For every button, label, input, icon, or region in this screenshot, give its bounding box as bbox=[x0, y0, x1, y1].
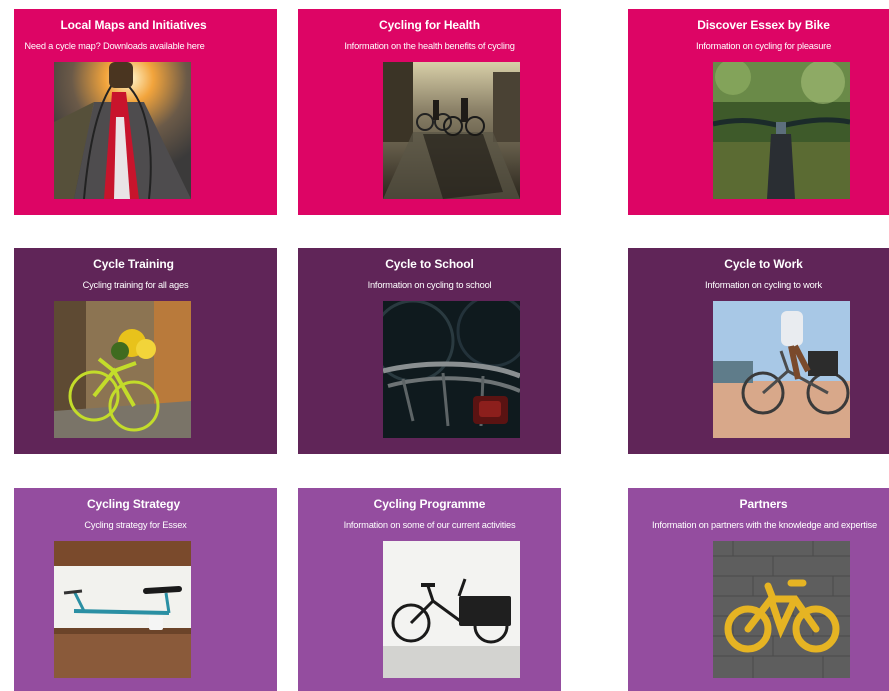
cargo-bike-image[interactable] bbox=[383, 541, 520, 678]
card-description: Need a cycle map? Downloads available he… bbox=[24, 41, 205, 51]
card-title: Local Maps and Initiatives bbox=[60, 18, 207, 32]
card-description: Information on partners with the knowled… bbox=[652, 520, 877, 530]
card-description: Information on the health benefits of cy… bbox=[344, 41, 515, 51]
card-description: Information on cycling for pleasure bbox=[695, 41, 832, 51]
card-description: Cycling strategy for Essex bbox=[84, 520, 187, 530]
card-title: Cycle to School bbox=[385, 257, 474, 271]
card-discover-essex[interactable]: Discover Essex by Bike Information on cy… bbox=[628, 9, 889, 215]
card-partners[interactable]: Partners Information on partners with th… bbox=[628, 488, 889, 691]
card-title: Cycling Programme bbox=[373, 497, 486, 511]
yellow-bike-flowers-image[interactable] bbox=[54, 301, 191, 438]
card-description: Information on some of our current activ… bbox=[343, 520, 516, 530]
card-title: Cycle to Work bbox=[724, 257, 803, 271]
card-description: Cycling training for all ages bbox=[82, 280, 189, 290]
card-cycle-work[interactable]: Cycle to Work Information on cycling to … bbox=[628, 248, 889, 454]
card-description: Information on cycling to school bbox=[367, 280, 492, 290]
blue-bike-wall-image[interactable] bbox=[54, 541, 191, 678]
card-cycling-strategy[interactable]: Cycling Strategy Cycling strategy for Es… bbox=[14, 488, 277, 691]
bike-rear-rack-image[interactable] bbox=[383, 301, 520, 438]
card-title: Partners bbox=[739, 497, 788, 511]
card-title: Cycling Strategy bbox=[86, 497, 181, 511]
card-cycle-training[interactable]: Cycle Training Cycling training for all … bbox=[14, 248, 277, 454]
card-title: Cycling for Health bbox=[379, 18, 480, 32]
card-cycling-health[interactable]: Cycling for Health Information on the he… bbox=[298, 9, 561, 215]
card-title: Discover Essex by Bike bbox=[697, 18, 830, 32]
handlebars-park-image[interactable] bbox=[713, 62, 850, 199]
card-description: Information on cycling to work bbox=[705, 280, 822, 290]
sunset-road-cycling-image[interactable] bbox=[54, 62, 191, 199]
card-local-maps[interactable]: Local Maps and Initiatives Need a cycle … bbox=[14, 9, 277, 215]
card-cycle-school[interactable]: Cycle to School Information on cycling t… bbox=[298, 248, 561, 454]
bike-lane-symbol-image[interactable] bbox=[713, 541, 850, 678]
commuter-cyclist-image[interactable] bbox=[713, 301, 850, 438]
city-street-cyclists-image[interactable] bbox=[383, 62, 520, 199]
card-title: Cycle Training bbox=[93, 257, 174, 271]
card-cycling-programme[interactable]: Cycling Programme Information on some of… bbox=[298, 488, 561, 691]
